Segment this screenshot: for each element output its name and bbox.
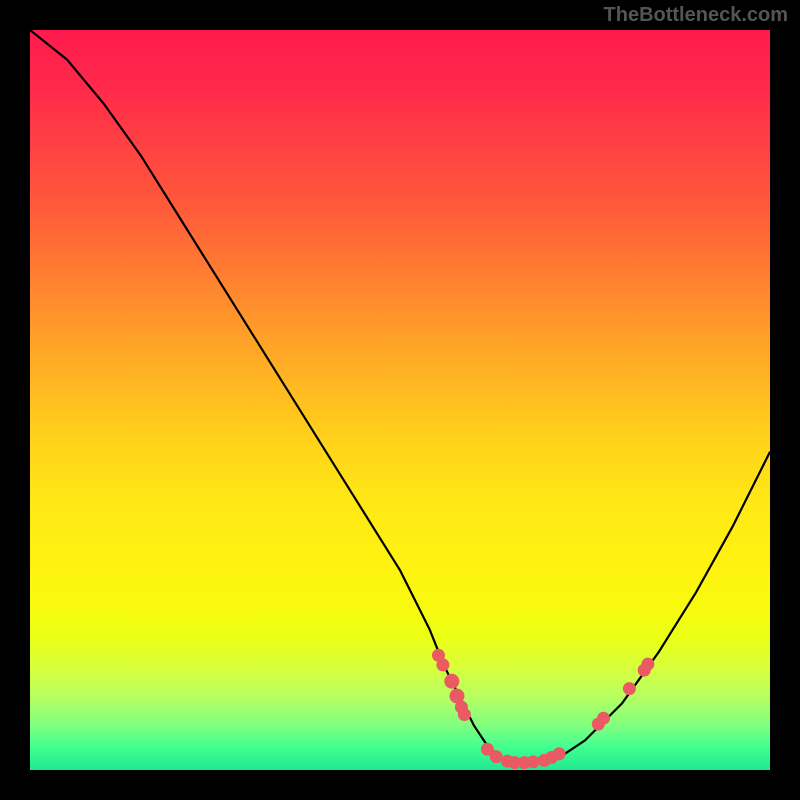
data-marker [527,756,539,768]
data-marker [458,709,470,721]
data-marker [598,712,610,724]
chart-plot-area [30,30,770,770]
data-marker [445,674,459,688]
data-marker [490,751,502,763]
chart-svg [30,30,770,770]
bottleneck-curve [30,30,770,763]
data-marker [642,658,654,670]
data-markers-group [432,649,653,768]
watermark-text: TheBottleneck.com [604,4,788,27]
data-marker [553,748,565,760]
data-marker [437,659,449,671]
data-marker [623,683,635,695]
